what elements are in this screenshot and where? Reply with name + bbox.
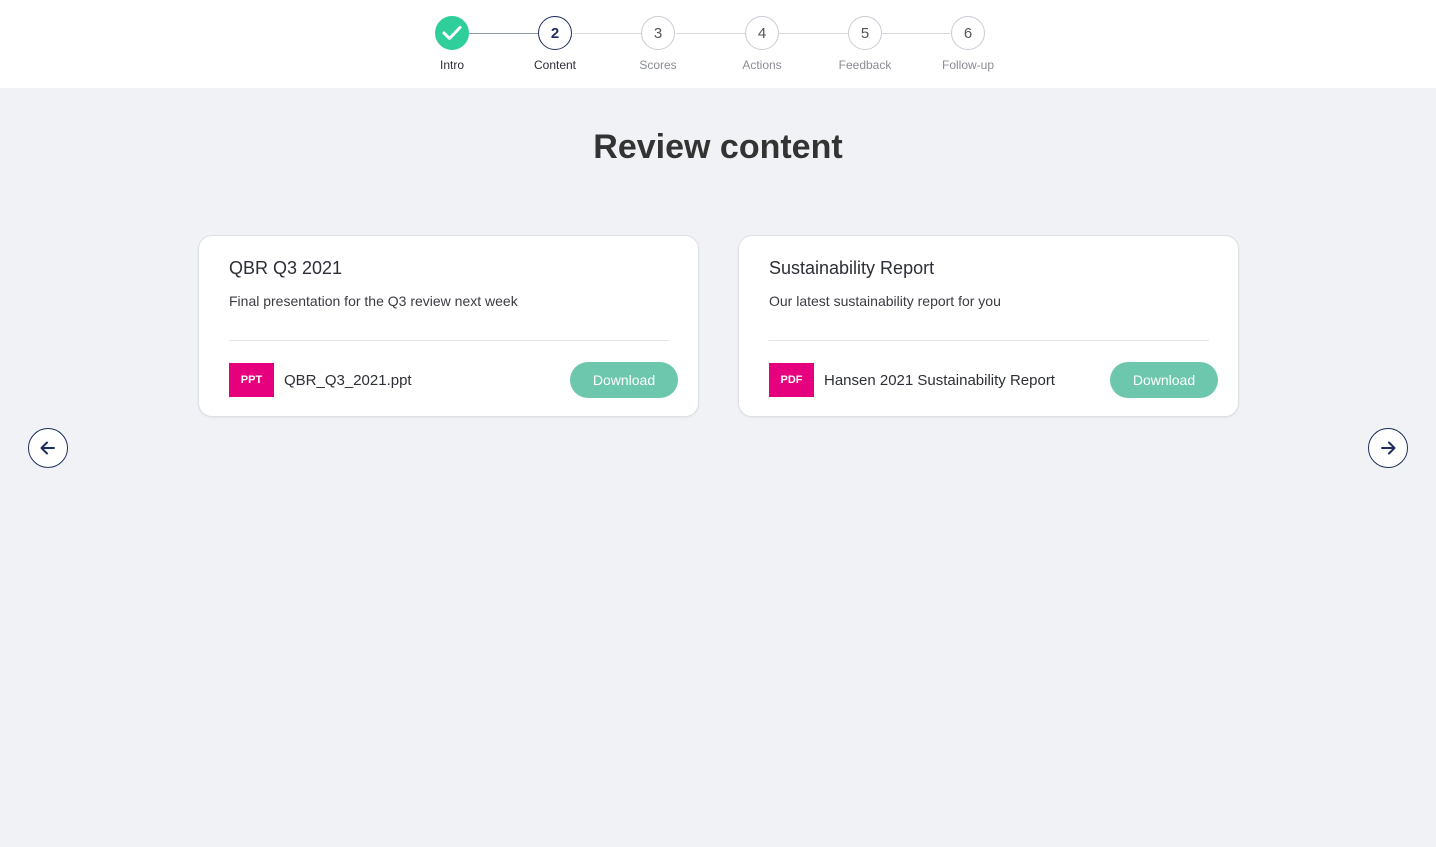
card-description: Final presentation for the Q3 review nex… — [229, 293, 518, 309]
step-follow-up[interactable]: 6 Follow-up — [928, 16, 1008, 72]
checkmark-icon — [442, 26, 462, 40]
step-label: Feedback — [838, 58, 892, 72]
step-feedback[interactable]: 5 Feedback — [825, 16, 905, 72]
step-label: Content — [533, 58, 577, 72]
download-button[interactable]: Download — [1110, 362, 1218, 398]
next-button[interactable] — [1368, 428, 1408, 468]
step-number: 2 — [538, 16, 572, 50]
step-actions[interactable]: 4 Actions — [722, 16, 802, 72]
content-card: Sustainability Report Our latest sustain… — [738, 235, 1239, 417]
header: Intro 2 Content 3 Scores 4 Actions 5 Fee… — [0, 0, 1436, 88]
step-number: 5 — [848, 16, 882, 50]
step-complete-circle — [435, 16, 469, 50]
step-label: Intro — [439, 58, 464, 72]
arrow-left-icon — [40, 441, 55, 455]
step-label: Scores — [639, 58, 677, 72]
card-title: QBR Q3 2021 — [229, 258, 343, 278]
file-name: Hansen 2021 Sustainability Report — [824, 372, 1055, 389]
card-title: Sustainability Report — [769, 258, 935, 278]
step-number: 6 — [951, 16, 985, 50]
page-title: Review content — [593, 128, 843, 166]
step-number: 4 — [745, 16, 779, 50]
step-scores[interactable]: 3 Scores — [618, 16, 698, 72]
card-divider — [769, 340, 1209, 341]
step-label: Actions — [742, 58, 782, 72]
card-divider — [229, 340, 669, 341]
progress-stepper: Intro 2 Content 3 Scores 4 Actions 5 Fee… — [0, 0, 1436, 88]
download-button[interactable]: Download — [570, 362, 678, 398]
content-card: QBR Q3 2021 Final presentation for the Q… — [198, 235, 699, 417]
step-label: Follow-up — [941, 58, 995, 72]
card-description: Our latest sustainability report for you — [769, 293, 1001, 309]
file-name: QBR_Q3_2021.ppt — [284, 372, 412, 389]
step-intro[interactable]: Intro — [412, 16, 492, 72]
file-type-badge: PPT — [229, 363, 274, 397]
step-content[interactable]: 2 Content — [515, 16, 595, 72]
step-number: 3 — [641, 16, 675, 50]
arrow-right-icon — [1381, 441, 1396, 455]
file-type-badge: PDF — [769, 363, 814, 397]
previous-button[interactable] — [28, 428, 68, 468]
